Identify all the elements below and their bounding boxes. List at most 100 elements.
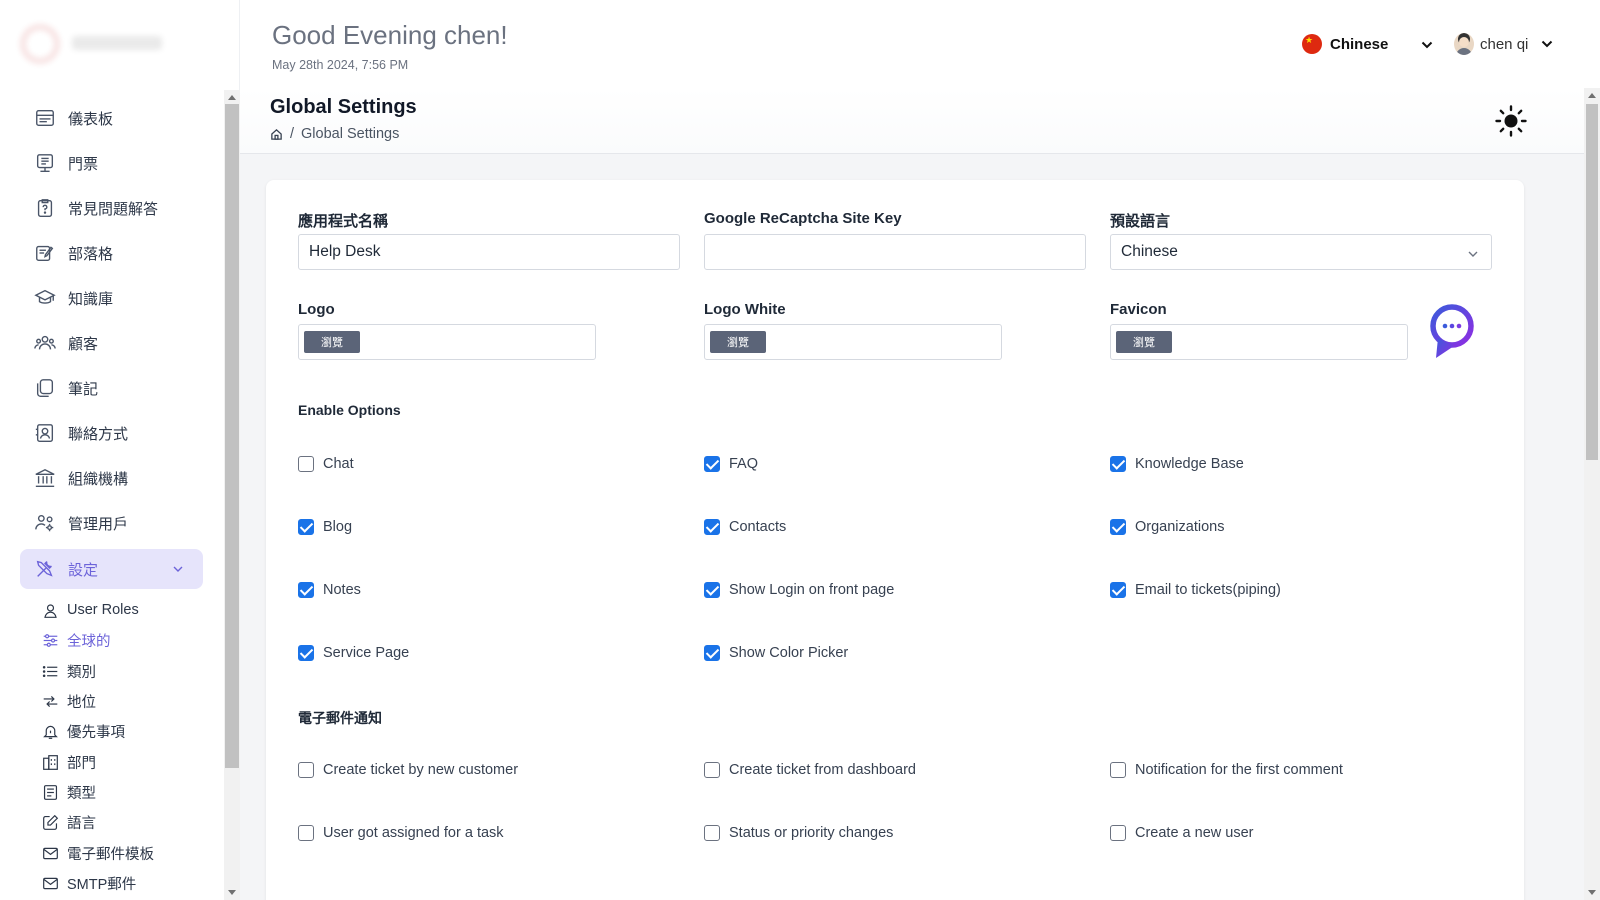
option-organizations[interactable]: Organizations xyxy=(1110,519,1224,535)
logo-label: Logo xyxy=(298,301,335,318)
sub-item-departments[interactable]: 部門 xyxy=(42,751,96,773)
scroll-up-arrow[interactable] xyxy=(228,95,236,100)
checkbox[interactable] xyxy=(298,519,314,535)
favicon-browse-button[interactable]: 瀏覽 xyxy=(1116,331,1172,353)
sub-item-smtp[interactable]: SMTP郵件 xyxy=(42,872,136,894)
checkbox[interactable] xyxy=(298,582,314,598)
checkbox[interactable] xyxy=(298,762,314,778)
status-icon xyxy=(43,695,58,707)
sub-item-label: 部門 xyxy=(67,755,96,772)
scroll-up-arrow[interactable] xyxy=(1588,93,1596,98)
chevron-down-icon[interactable] xyxy=(171,562,185,576)
logo-white-browse-button[interactable]: 瀏覽 xyxy=(710,331,766,353)
sidebar-item-blog[interactable]: 部落格 xyxy=(20,233,203,273)
sidebar-item-organizations[interactable]: 組織機構 xyxy=(20,458,203,498)
favicon-file-input[interactable]: 瀏覽 xyxy=(1110,324,1408,360)
sidebar-item-manage-users[interactable]: 管理用戶 xyxy=(20,503,203,543)
settings-card: 應用程式名稱 Help Desk Google ReCaptcha Site K… xyxy=(266,180,1524,900)
sub-item-user-roles[interactable]: User Roles xyxy=(42,599,139,621)
checkbox[interactable] xyxy=(298,645,314,661)
option-chat[interactable]: Chat xyxy=(298,456,354,472)
sidebar-item-customers[interactable]: 顧客 xyxy=(20,323,203,363)
option-label: Knowledge Base xyxy=(1135,456,1244,472)
logo[interactable] xyxy=(0,0,239,88)
page-scrollbar[interactable] xyxy=(1584,88,1600,900)
sub-item-label: 語言 xyxy=(67,815,96,832)
page-title: Global Settings xyxy=(270,96,417,118)
sub-item-types[interactable]: 類型 xyxy=(42,781,96,803)
sidebar-item-tickets[interactable]: 門票 xyxy=(20,143,203,183)
sidebar-item-notes[interactable]: 筆記 xyxy=(20,368,203,408)
logo-white-file-input[interactable]: 瀏覽 xyxy=(704,324,1002,360)
option-label: Chat xyxy=(323,456,354,472)
knowledge-base-icon xyxy=(34,289,56,304)
checkbox[interactable] xyxy=(1110,456,1126,472)
logo-file-input[interactable]: 瀏覽 xyxy=(298,324,596,360)
chevron-down-icon[interactable] xyxy=(1420,38,1434,52)
checkbox[interactable] xyxy=(1110,582,1126,598)
sub-item-languages[interactable]: 語言 xyxy=(42,811,96,833)
sidebar-item-dashboard[interactable]: 儀表板 xyxy=(20,98,203,138)
notify-dashboard-ticket[interactable]: Create ticket from dashboard xyxy=(704,762,916,778)
user-icon xyxy=(44,603,57,618)
bell-icon xyxy=(43,725,58,739)
checkbox[interactable] xyxy=(704,519,720,535)
notify-new-user[interactable]: Create a new user xyxy=(1110,825,1253,841)
notify-task-assigned[interactable]: User got assigned for a task xyxy=(298,825,504,841)
option-faq[interactable]: FAQ xyxy=(704,456,758,472)
scrollbar-thumb[interactable] xyxy=(1586,104,1598,460)
checkbox[interactable] xyxy=(298,456,314,472)
scroll-down-arrow[interactable] xyxy=(228,890,236,895)
option-label: Email to tickets(piping) xyxy=(1135,582,1281,598)
user-name: chen qi xyxy=(1480,35,1529,53)
mail-icon xyxy=(43,847,58,859)
notify-first-comment[interactable]: Notification for the first comment xyxy=(1110,762,1343,778)
checkbox[interactable] xyxy=(704,582,720,598)
sub-item-categories[interactable]: 類別 xyxy=(42,660,96,682)
checkbox[interactable] xyxy=(1110,825,1126,841)
sidebar-item-contacts[interactable]: 聯絡方式 xyxy=(20,413,203,453)
checkbox[interactable] xyxy=(1110,519,1126,535)
sub-item-priorities[interactable]: 優先事項 xyxy=(42,720,125,742)
sidebar-item-label: 筆記 xyxy=(68,380,99,398)
notify-status-change[interactable]: Status or priority changes xyxy=(704,825,893,841)
sun-icon[interactable] xyxy=(1494,104,1528,138)
checkbox[interactable] xyxy=(298,825,314,841)
checkbox[interactable] xyxy=(704,762,720,778)
checkbox[interactable] xyxy=(704,456,720,472)
sidebar-item-settings[interactable]: 設定 xyxy=(20,549,203,589)
sidebar-item-knowledge-base[interactable]: 知識庫 xyxy=(20,278,203,318)
option-contacts[interactable]: Contacts xyxy=(704,519,786,535)
app-name-input[interactable]: Help Desk xyxy=(298,234,680,270)
option-email-piping[interactable]: Email to tickets(piping) xyxy=(1110,582,1281,598)
logo-browse-button[interactable]: 瀏覽 xyxy=(304,331,360,353)
sidebar-scrollbar[interactable] xyxy=(224,90,240,900)
user-menu[interactable]: chen qi xyxy=(1454,33,1554,55)
sub-item-status[interactable]: 地位 xyxy=(42,690,96,712)
sub-item-email-templates[interactable]: 電子郵件模板 xyxy=(42,842,154,864)
chat-bubble-logo-icon xyxy=(1430,304,1474,358)
option-service-page[interactable]: Service Page xyxy=(298,645,409,661)
language-switcher[interactable]: Chinese xyxy=(1302,34,1388,54)
sub-item-global[interactable]: 全球的 xyxy=(42,629,111,651)
notify-new-customer-ticket[interactable]: Create ticket by new customer xyxy=(298,762,518,778)
checkbox[interactable] xyxy=(704,825,720,841)
scrollbar-thumb[interactable] xyxy=(225,104,239,768)
checkbox[interactable] xyxy=(1110,762,1126,778)
default-language-select[interactable]: Chinese xyxy=(1110,234,1492,270)
recaptcha-input[interactable] xyxy=(704,234,1086,270)
option-notes[interactable]: Notes xyxy=(298,582,361,598)
sidebar-item-label: 部落格 xyxy=(68,245,114,263)
favicon-label: Favicon xyxy=(1110,301,1167,318)
option-show-login[interactable]: Show Login on front page xyxy=(704,582,894,598)
option-blog[interactable]: Blog xyxy=(298,519,352,535)
chevron-down-icon xyxy=(1542,40,1553,48)
home-icon[interactable] xyxy=(270,128,283,141)
option-color-picker[interactable]: Show Color Picker xyxy=(704,645,848,661)
scroll-down-arrow[interactable] xyxy=(1588,890,1596,895)
sidebar-item-faq[interactable]: 常見問題解答 xyxy=(20,188,203,228)
default-language-label: 預設語言 xyxy=(1110,213,1171,230)
sidebar: 儀表板 門票 常見問題解答 部落格 知識庫 顧客 筆記 聯絡方式 組織機構 管理… xyxy=(0,0,240,900)
option-knowledge-base[interactable]: Knowledge Base xyxy=(1110,456,1244,472)
checkbox[interactable] xyxy=(704,645,720,661)
